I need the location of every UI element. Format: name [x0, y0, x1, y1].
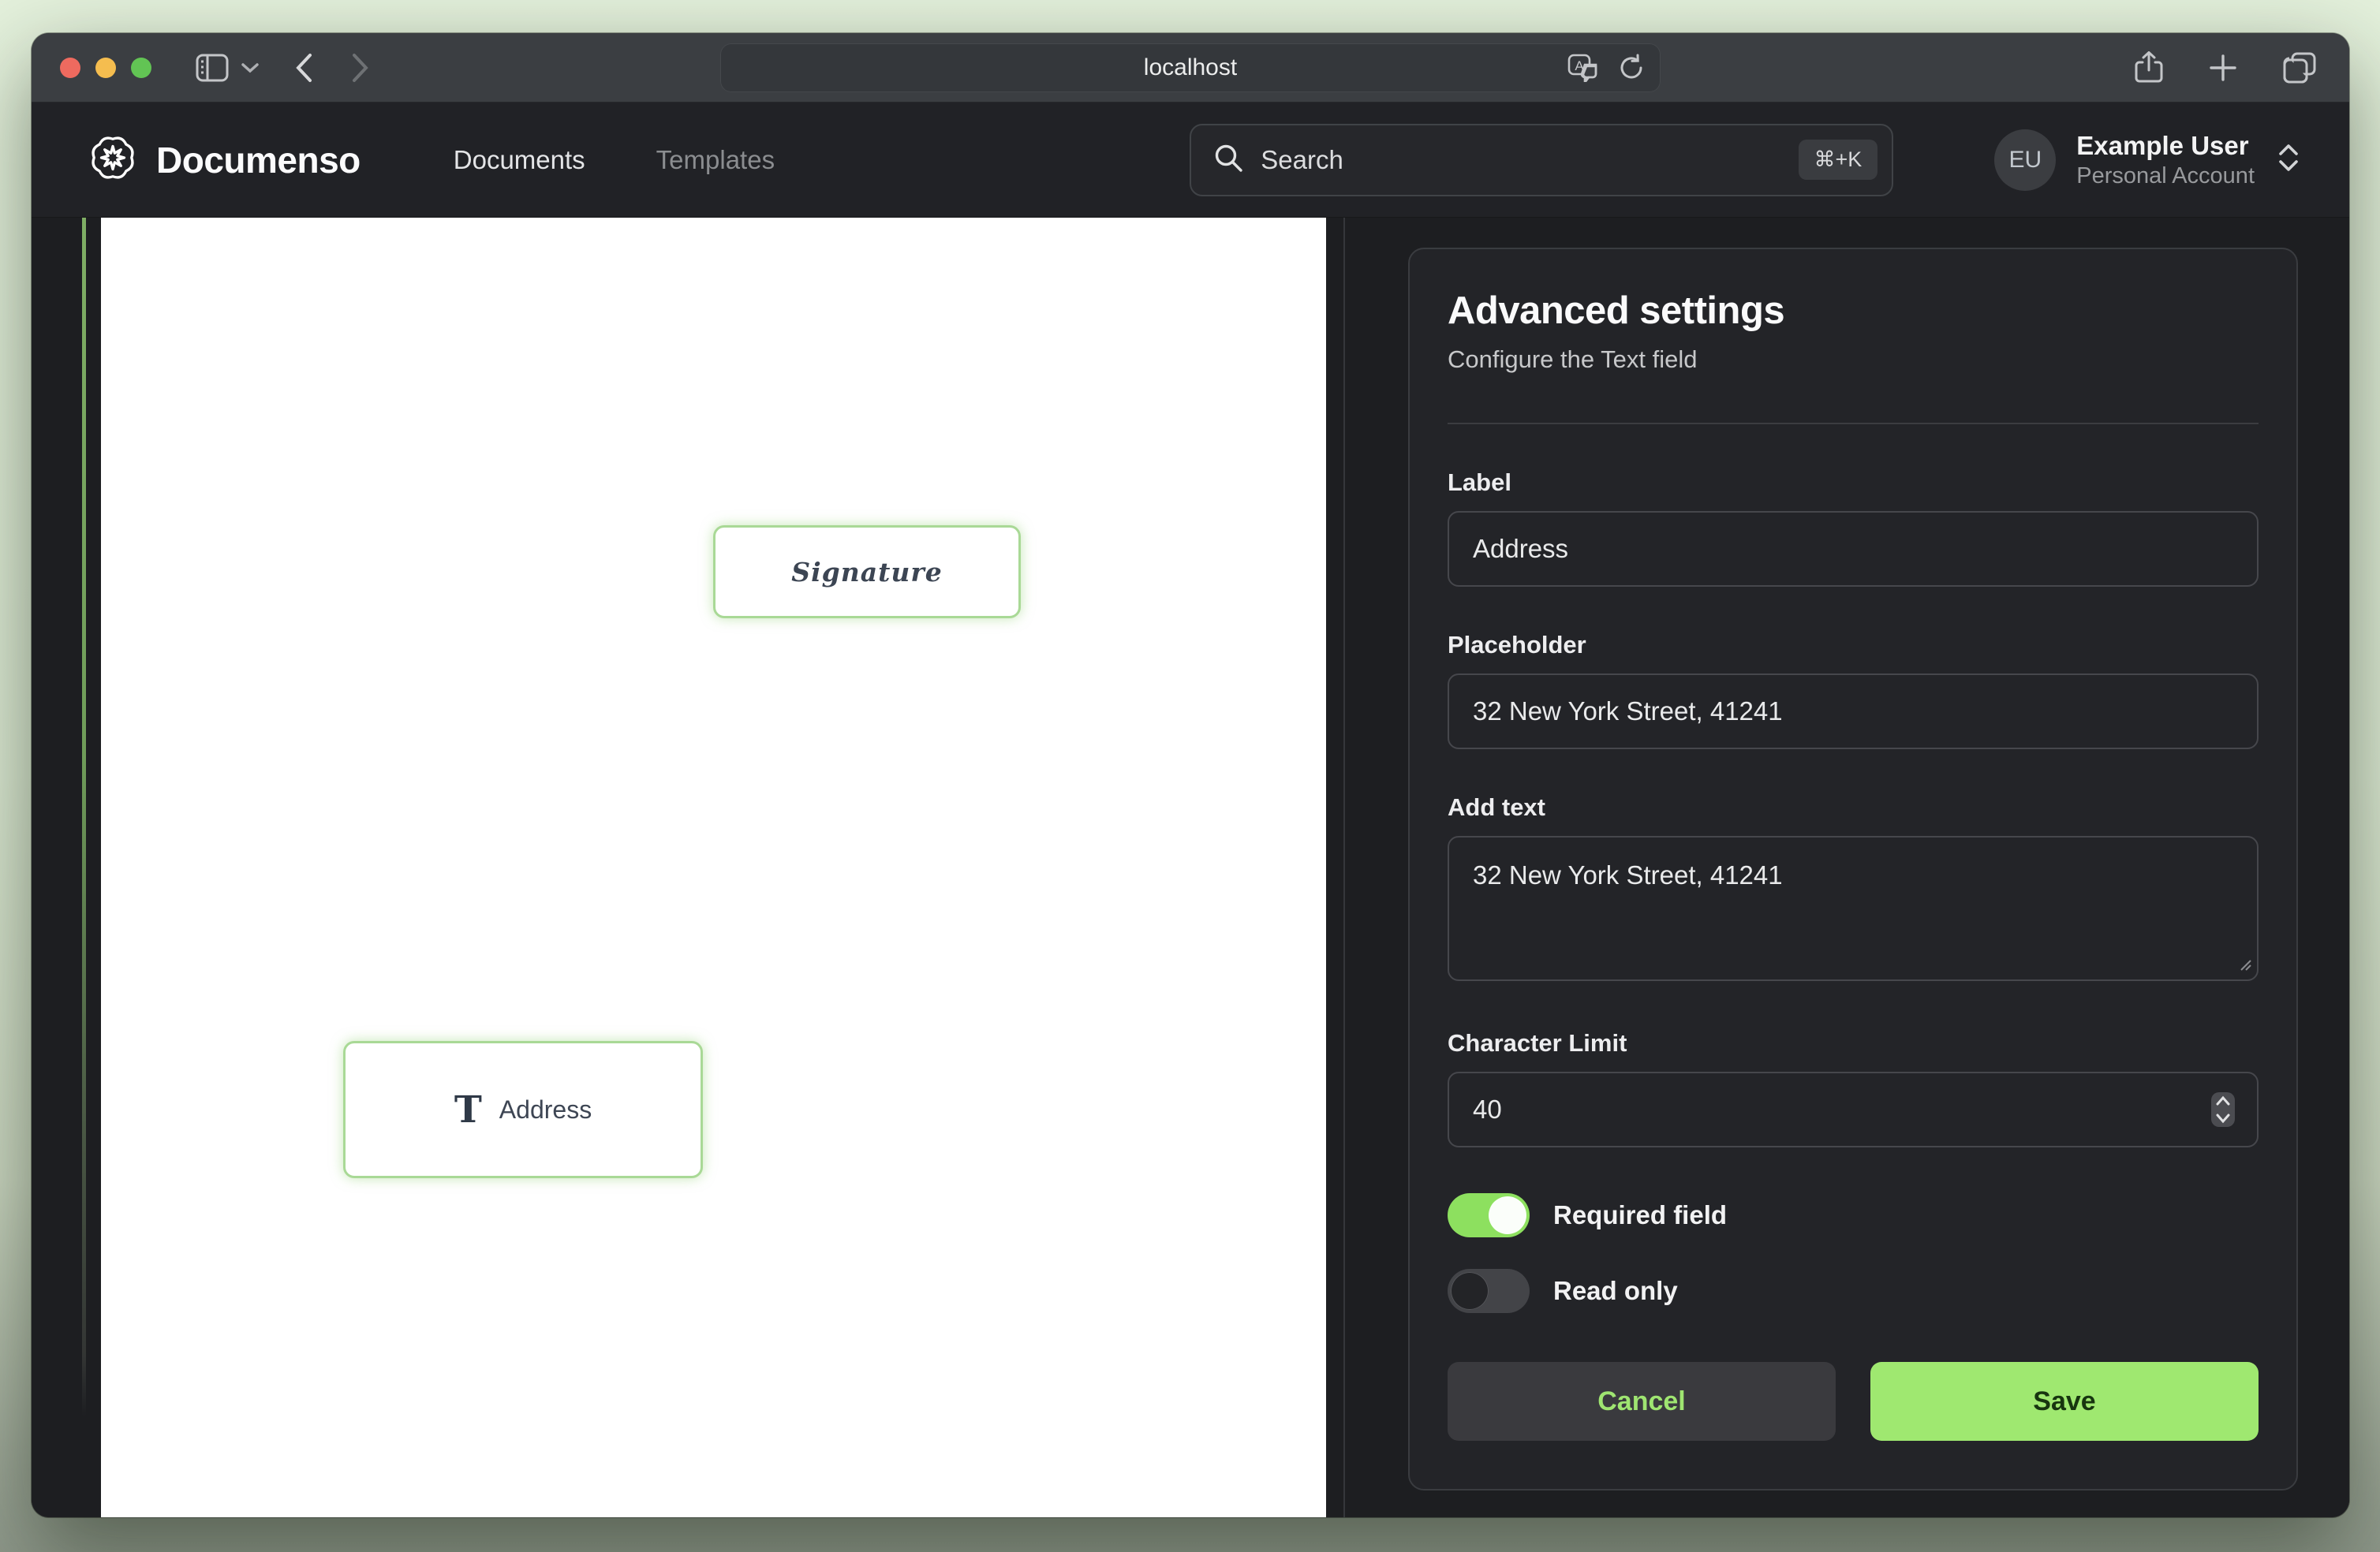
chevron-up-down-icon: [2278, 144, 2299, 176]
translate-icon[interactable]: A: [1567, 54, 1599, 82]
character-limit-input[interactable]: [1448, 1072, 2259, 1147]
document-page: Signature T Address: [101, 218, 1326, 1517]
placeholder-input[interactable]: [1448, 673, 2259, 749]
number-stepper[interactable]: [2211, 1092, 2235, 1127]
chevron-down-icon[interactable]: [241, 62, 259, 73]
read-only-row: Read only: [1448, 1269, 2259, 1313]
required-field-row: Required field: [1448, 1193, 2259, 1237]
signature-field-label: Signature: [791, 557, 942, 588]
panel-subtitle: Configure the Text field: [1448, 345, 2259, 374]
search-placeholder: Search: [1261, 145, 1343, 175]
page-progress-strip: [82, 218, 86, 1416]
save-button[interactable]: Save: [1870, 1362, 2259, 1441]
add-text-textarea[interactable]: 32 New York Street, 41241: [1448, 836, 2259, 981]
panel-divider: [1448, 423, 2259, 424]
text-field-address[interactable]: T Address: [343, 1041, 703, 1178]
reload-icon[interactable]: [1618, 54, 1645, 82]
avatar: EU: [1994, 129, 2056, 191]
brand[interactable]: Documenso: [87, 132, 361, 188]
advanced-settings-panel: Advanced settings Configure the Text fie…: [1408, 248, 2298, 1490]
back-button-icon[interactable]: [295, 53, 312, 83]
new-tab-icon[interactable]: [2209, 54, 2237, 82]
required-field-label: Required field: [1553, 1200, 1727, 1230]
user-info: Example User Personal Account: [2076, 130, 2255, 190]
window-controls: [60, 58, 151, 78]
character-limit-label: Character Limit: [1448, 1029, 2259, 1058]
tab-overview-icon[interactable]: [2283, 52, 2316, 84]
nav-templates[interactable]: Templates: [656, 145, 775, 175]
placeholder-field-label: Placeholder: [1448, 631, 2259, 659]
app-header: Documenso Documents Templates Search ⌘+K…: [32, 103, 2349, 218]
read-only-toggle[interactable]: [1448, 1269, 1530, 1313]
text-field-icon: T: [454, 1091, 482, 1129]
main-nav: Documents Templates: [454, 145, 775, 175]
avatar-initials: EU: [2008, 147, 2042, 173]
app-body: Signature T Address Advanced settings Co…: [32, 218, 2349, 1517]
nav-documents[interactable]: Documents: [454, 145, 585, 175]
account-menu[interactable]: EU Example User Personal Account: [1994, 129, 2299, 191]
add-text-field-label: Add text: [1448, 793, 2259, 822]
documenso-logo-icon: [87, 132, 139, 188]
cancel-button[interactable]: Cancel: [1448, 1362, 1836, 1441]
label-field-label: Label: [1448, 468, 2259, 497]
sidebar-toggle-icon[interactable]: [196, 54, 229, 82]
signature-field[interactable]: Signature: [713, 525, 1021, 618]
label-input[interactable]: [1448, 511, 2259, 587]
panel-title: Advanced settings: [1448, 289, 2259, 333]
minimize-window-button[interactable]: [95, 58, 116, 78]
browser-window: localhost A: [32, 33, 2349, 1517]
brand-name: Documenso: [156, 139, 361, 181]
address-bar-url[interactable]: localhost: [1144, 54, 1237, 81]
read-only-label: Read only: [1553, 1276, 1678, 1306]
desktop-background: localhost A: [0, 0, 2380, 1552]
content-divider: [1343, 218, 1345, 1517]
search-icon: [1213, 143, 1243, 177]
browser-toolbar: localhost A: [32, 33, 2349, 103]
text-field-label: Address: [499, 1095, 592, 1125]
required-field-toggle[interactable]: [1448, 1193, 1530, 1237]
address-bar[interactable]: localhost A: [720, 43, 1661, 92]
user-name: Example User: [2076, 130, 2255, 162]
search-input[interactable]: Search ⌘+K: [1190, 124, 1893, 196]
close-window-button[interactable]: [60, 58, 80, 78]
share-icon[interactable]: [2135, 51, 2163, 84]
search-shortcut-badge: ⌘+K: [1799, 140, 1878, 180]
forward-button-icon[interactable]: [352, 53, 369, 83]
resize-grip-icon[interactable]: [2238, 957, 2252, 976]
user-account-type: Personal Account: [2076, 162, 2255, 190]
zoom-window-button[interactable]: [131, 58, 151, 78]
